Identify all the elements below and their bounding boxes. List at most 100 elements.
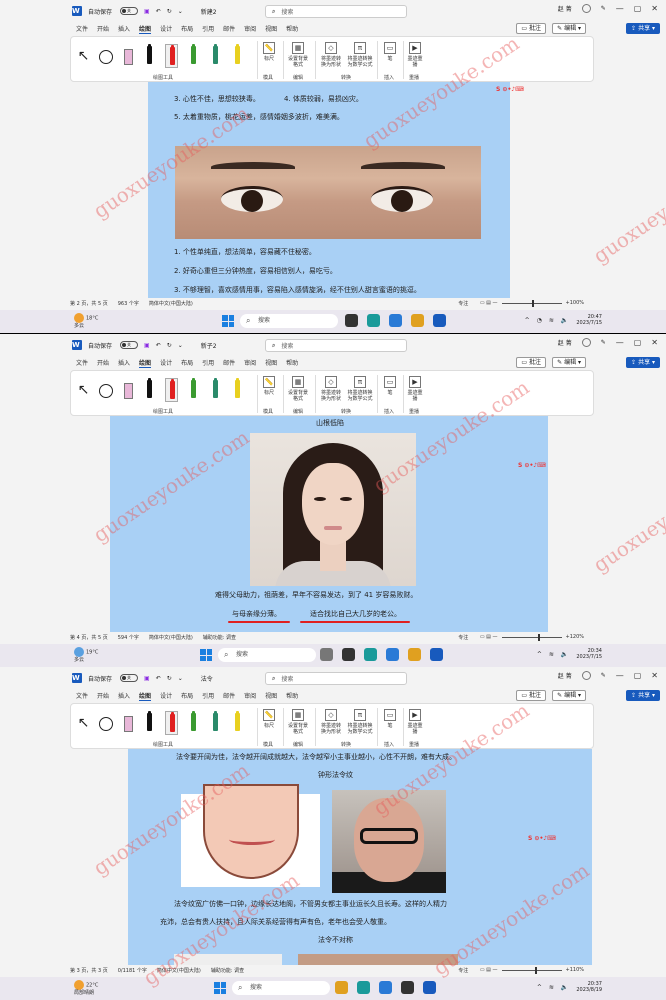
tab-draw[interactable]: 绘图 [139,358,152,368]
ruler-button[interactable]: 📏 标尺 [261,376,277,396]
app-icon[interactable] [389,314,402,327]
pen-icon[interactable]: ✎ [601,339,606,346]
edit-mode-button[interactable]: ✎ 编辑 ▾ [552,23,586,34]
close-button[interactable]: ✕ [651,671,658,680]
eraser-icon[interactable] [121,378,134,402]
redo-icon[interactable]: ↻ [167,675,172,682]
ink-to-math-button[interactable]: π 将墨迹转换为数学公式 [347,709,373,735]
start-button[interactable] [214,982,226,994]
ink-replay-button[interactable]: ▶ 墨迹重播 [407,42,423,68]
page-count[interactable]: 第 2 页，共 5 页 [70,300,108,307]
wifi-icon[interactable]: ≋ [549,651,554,658]
lasso-icon[interactable] [99,711,113,735]
save-icon[interactable]: ▣ [144,675,150,682]
customize-icon[interactable]: ⌄ [178,675,183,682]
pen-teal-icon[interactable] [209,378,222,402]
tray-icon[interactable]: ◔ [537,317,542,324]
tab-draw[interactable]: 绘图 [139,691,152,701]
app-icon[interactable] [379,981,392,994]
folder-icon[interactable] [408,648,421,661]
undo-icon[interactable]: ↶ [156,342,161,349]
pen-insert-button[interactable]: ▭ 笔 [383,42,397,62]
share-button[interactable]: ⇪ 共享 ▾ [626,357,660,368]
search-input[interactable]: ⌕ 搜索 [265,672,407,685]
tab-file[interactable]: 文件 [76,24,88,33]
tab-mailings[interactable]: 邮件 [223,358,235,367]
word-icon[interactable] [423,981,436,994]
zoom-slider[interactable] [501,633,562,641]
eraser-icon[interactable] [121,44,134,68]
volume-icon[interactable]: 🔈 [561,984,568,991]
tab-references[interactable]: 引用 [202,24,214,33]
maximize-button[interactable]: ▢ [634,338,642,347]
tab-insert[interactable]: 插入 [118,358,130,367]
close-button[interactable]: ✕ [651,338,658,347]
comment-button[interactable]: ▭ 批注 [516,357,546,368]
maximize-button[interactable]: ▢ [634,4,642,13]
tab-help[interactable]: 帮助 [286,691,298,700]
maximize-button[interactable]: ▢ [634,671,642,680]
wifi-icon[interactable]: ≋ [549,984,554,991]
weather-widget[interactable]: 22°C 局部晴朗 [74,980,98,996]
clock[interactable]: 20:47 2023/7/15 [576,314,602,326]
zoom-slider[interactable] [501,966,562,974]
app-icon[interactable] [401,981,414,994]
pen-green-icon[interactable] [187,44,200,68]
autosave-toggle[interactable]: 关 [120,341,139,349]
comment-button[interactable]: ▭ 批注 [516,690,546,701]
undo-icon[interactable]: ↶ [156,675,161,682]
pen-black-icon[interactable] [143,44,156,68]
app-icon[interactable] [345,314,358,327]
accessibility-status[interactable]: 辅助功能: 调查 [211,967,244,974]
word-count[interactable]: 963 个字 [118,300,139,307]
background-button[interactable]: ▦ 设置背景格式 [287,376,309,402]
tab-draw[interactable]: 绘图 [139,24,152,34]
zoom-control[interactable]: 专注 ▭ ▤ — + 100% [458,298,594,308]
edge-icon[interactable] [364,648,377,661]
comment-button[interactable]: ▭ 批注 [516,23,546,34]
autosave-toggle[interactable]: 关 [120,7,139,15]
app-icon[interactable] [386,648,399,661]
word-count[interactable]: 0/1181 个字 [118,967,147,974]
tab-mailings[interactable]: 邮件 [223,24,235,33]
pen-icon[interactable]: ✎ [601,672,606,679]
ime-toolbar-icon[interactable]: S ⊙•♪⌨ [528,835,556,842]
ime-toolbar-icon[interactable]: S ⊙•♪⌨ [518,462,546,469]
word-icon[interactable] [430,648,443,661]
app-icon[interactable] [320,648,333,661]
chevron-up-icon[interactable]: ^ [525,317,530,324]
document-page[interactable]: 山根低陷 难得父母助力，祖荫差，早年不容易发达，到了 41 岁容易败财。 与母亲… [110,416,548,632]
pen-black-icon[interactable] [143,711,156,735]
page-count[interactable]: 第 4 页，共 5 页 [70,634,108,641]
avatar[interactable] [581,338,591,347]
volume-icon[interactable]: 🔈 [561,317,568,324]
pen-green-icon[interactable] [187,378,200,402]
highlighter-yellow-icon[interactable] [231,378,244,402]
folder-icon[interactable] [411,314,424,327]
select-cursor-icon[interactable]: ↖ [77,711,90,735]
tab-references[interactable]: 引用 [202,358,214,367]
chevron-up-icon[interactable]: ^ [537,984,542,991]
autosave-toggle[interactable]: 关 [120,674,139,682]
pen-teal-icon[interactable] [209,711,222,735]
pen-red-icon[interactable] [165,378,178,402]
tab-review[interactable]: 审阅 [244,691,256,700]
word-count[interactable]: 594 个字 [118,634,139,641]
tab-insert[interactable]: 插入 [118,691,130,700]
tab-insert[interactable]: 插入 [118,24,130,33]
lasso-icon[interactable] [99,378,113,402]
zoom-control[interactable]: 专注 ▭ ▤ — + 120% [458,632,594,642]
ink-to-shape-button[interactable]: ◇ 将墨迹转换为形状 [319,42,343,68]
zoom-slider[interactable] [501,299,562,307]
minimize-button[interactable]: — [616,671,624,680]
ruler-button[interactable]: 📏 标尺 [261,42,277,62]
highlighter-yellow-icon[interactable] [231,44,244,68]
tab-layout[interactable]: 布局 [181,24,193,33]
wifi-icon[interactable]: ≋ [549,317,554,324]
document-page[interactable]: 法令要开阔为佳，法令越开阔成就越大，法令越窄小主事业越小，心性不开朗，难有大成。… [128,749,592,965]
tab-review[interactable]: 审阅 [244,358,256,367]
redo-icon[interactable]: ↻ [167,8,172,15]
tab-design[interactable]: 设计 [160,691,172,700]
tab-layout[interactable]: 布局 [181,691,193,700]
share-button[interactable]: ⇪ 共享 ▾ [626,690,660,701]
